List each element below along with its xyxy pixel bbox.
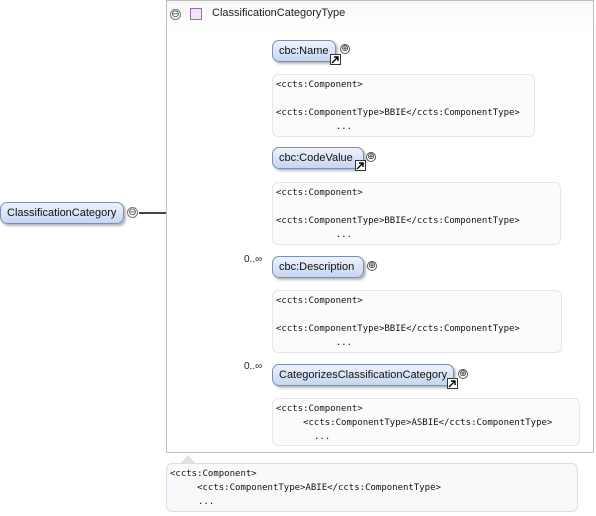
link-arrow-icon[interactable]	[447, 378, 458, 389]
type-name: ClassificationCategoryType	[212, 7, 346, 19]
root-annotation: <ccts:Component> <ccts:ComponentType>ABI…	[166, 463, 578, 512]
occurrence-label: 0..∞	[244, 254, 263, 265]
annotation-cbc-name: <ccts:Component> <ccts:ComponentType>BBI…	[272, 74, 535, 137]
occurrence-label: 0..∞	[244, 361, 263, 372]
element-cbc-name[interactable]: cbc:Name	[272, 40, 336, 62]
annotation-line: <ccts:ComponentType>BBIE</ccts:Component…	[276, 216, 520, 226]
annotation-cbc-description: <ccts:Component> <ccts:ComponentType>BBI…	[272, 290, 562, 353]
annotation-line: <ccts:ComponentType>ABIE</ccts:Component…	[170, 483, 441, 493]
annotation-line: <ccts:Component>	[276, 404, 363, 414]
root-collapse-icon[interactable]: ⊖	[127, 207, 138, 218]
element-categorizes-classification-category[interactable]: CategorizesClassificationCategory	[272, 364, 454, 386]
annotation-line: <ccts:ComponentType>BBIE</ccts:Component…	[276, 324, 520, 334]
expand-icon[interactable]: ⊕	[367, 261, 377, 271]
element-cbc-description[interactable]: cbc:Description	[272, 256, 364, 278]
link-arrow-icon[interactable]	[355, 160, 366, 171]
annotation-line: ...	[314, 338, 352, 348]
complex-type-icon	[190, 8, 202, 20]
expand-icon[interactable]: ⊕	[458, 369, 468, 379]
annotation-categorizes-classification-category: <ccts:Component> <ccts:ComponentType>ASB…	[272, 398, 580, 446]
annotation-line: <ccts:Component>	[276, 188, 363, 198]
element-cbc-codevalue[interactable]: cbc:CodeValue	[272, 147, 364, 169]
annotation-line: ...	[198, 497, 215, 507]
type-collapse-icon[interactable]: ⊖	[170, 9, 181, 20]
element-label: cbc:Description	[279, 261, 355, 273]
link-arrow-icon[interactable]	[330, 54, 341, 65]
element-label: cbc:Name	[279, 45, 329, 57]
root-element[interactable]: ClassificationCategory	[0, 202, 124, 224]
root-element-label: ClassificationCategory	[7, 207, 117, 219]
annotation-line	[276, 201, 557, 215]
annotation-line: ...	[314, 432, 331, 442]
annotation-line: <ccts:Component>	[276, 296, 363, 306]
annotation-line: <ccts:ComponentType>BBIE</ccts:Component…	[276, 108, 520, 118]
annotation-line: <ccts:ComponentType>ASBIE</ccts:Componen…	[276, 418, 553, 428]
annotation-line	[276, 93, 531, 107]
annotation-line: <ccts:Component>	[276, 80, 363, 90]
annotation-line	[276, 309, 558, 323]
element-label: cbc:CodeValue	[279, 152, 353, 164]
expand-icon[interactable]: ⊕	[340, 44, 350, 54]
expand-icon[interactable]: ⊕	[366, 152, 376, 162]
annotation-cbc-codevalue: <ccts:Component> <ccts:ComponentType>BBI…	[272, 182, 561, 245]
annotation-line: ...	[314, 230, 352, 240]
element-label: CategorizesClassificationCategory	[279, 369, 448, 381]
annotation-line: <ccts:Component>	[170, 469, 257, 479]
annotation-line: ...	[314, 122, 352, 132]
